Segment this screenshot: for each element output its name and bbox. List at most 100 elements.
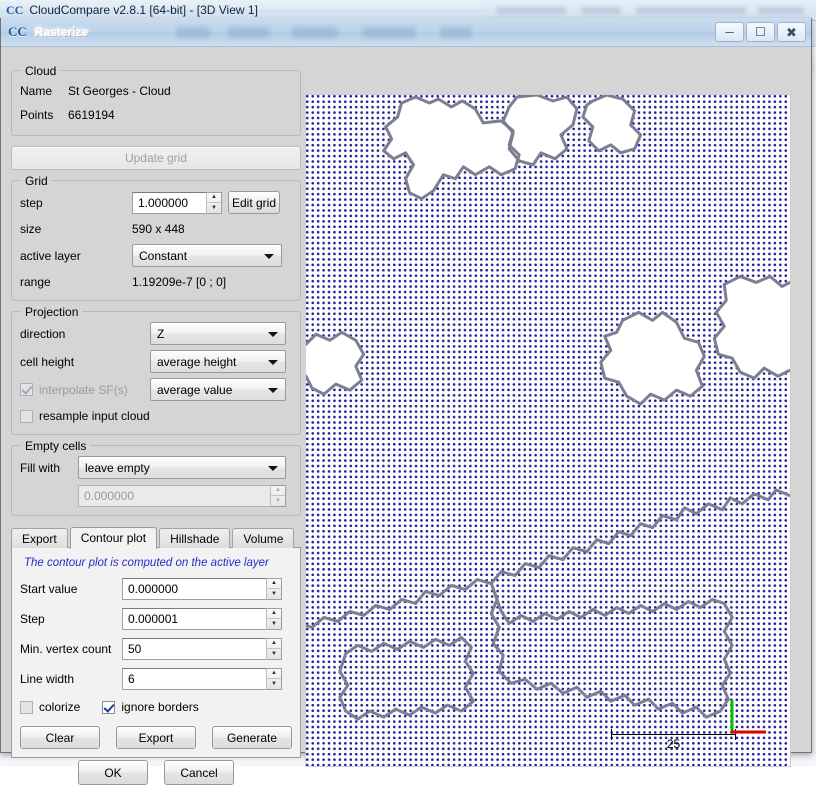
cloud-points-label: Points — [20, 108, 68, 122]
close-button[interactable]: ✖ — [777, 22, 806, 42]
grid-step-label: step — [20, 196, 132, 210]
contour-plot-hint: The contour plot is computed on the acti… — [24, 557, 292, 569]
interpolate-sf-combobox[interactable]: average value — [150, 378, 286, 401]
tab-contour-plot[interactable]: Contour plot — [70, 527, 157, 549]
grid-range-label: range — [20, 275, 132, 289]
axis-gizmo — [728, 694, 772, 738]
contour-step-input[interactable]: 0.000001 — [122, 608, 266, 630]
rasterize-title: Rasterize — [35, 25, 88, 39]
spin-up-icon[interactable]: ▲ — [267, 639, 281, 650]
cloud-name-label: Name — [20, 84, 68, 98]
ignore-borders-checkbox[interactable] — [102, 701, 115, 714]
rasterize-titlebar: CC Rasterize ─ ☐ ✖ — [1, 18, 811, 47]
chevron-down-icon — [268, 332, 278, 337]
line-width-input[interactable]: 6 — [122, 668, 266, 690]
empty-cells-group-title: Empty cells — [21, 439, 90, 453]
ok-button[interactable]: OK — [78, 760, 148, 785]
update-grid-button[interactable]: Update grid — [11, 146, 301, 170]
chevron-down-icon — [264, 254, 274, 259]
main-window-title: CloudCompare v2.8.1 [64-bit] - [3D View … — [29, 3, 258, 17]
min-vertex-spin-buttons[interactable]: ▲ ▼ — [266, 638, 282, 660]
spin-down-icon[interactable]: ▼ — [267, 649, 281, 659]
empty-cells-spin-buttons: ▲ ▼ — [270, 485, 286, 507]
rasterize-dialog: CC Rasterize ─ ☐ ✖ Cloud Name St Georges… — [0, 18, 812, 753]
grid-size-value: 590 x 448 — [132, 222, 185, 236]
clear-button[interactable]: Clear — [20, 726, 100, 749]
line-width-spinbox[interactable]: 6 ▲ ▼ — [122, 668, 282, 690]
spin-down-icon[interactable]: ▼ — [207, 203, 221, 213]
contour-plot-viewport[interactable]: 25 — [305, 94, 791, 767]
tab-bar: Export Contour plot Hillshade Volume — [11, 526, 301, 548]
interpolate-sf-checkbox[interactable] — [20, 383, 33, 396]
projection-group: Projection direction Z cell height avera… — [11, 311, 301, 435]
direction-combobox[interactable]: Z — [150, 322, 286, 345]
cell-height-combobox[interactable]: average height — [150, 350, 286, 373]
start-value-spin-buttons[interactable]: ▲ ▼ — [266, 578, 282, 600]
min-vertex-count-spinbox[interactable]: 50 ▲ ▼ — [122, 638, 282, 660]
active-layer-value: Constant — [139, 249, 187, 263]
empty-cells-group: Empty cells Fill with leave empty 0.0000… — [11, 445, 301, 516]
interpolate-sf-label: interpolate SF(s) — [39, 383, 128, 397]
window-controls: ─ ☐ ✖ — [715, 22, 806, 42]
generate-button[interactable]: Generate — [212, 726, 292, 749]
rasterize-logo-icon: CC — [8, 24, 27, 40]
cloud-points-value: 6619194 — [68, 108, 115, 122]
scale-bar-label: 25 — [611, 737, 736, 751]
titlebar-background-ghost — [176, 27, 656, 38]
grid-active-layer-label: active layer — [20, 249, 132, 263]
start-value-input[interactable]: 0.000000 — [122, 578, 266, 600]
contour-step-spin-buttons[interactable]: ▲ ▼ — [266, 608, 282, 630]
tab-hillshade[interactable]: Hillshade — [159, 528, 230, 548]
active-layer-combobox[interactable]: Constant — [132, 244, 282, 267]
line-width-spin-buttons[interactable]: ▲ ▼ — [266, 668, 282, 690]
bottom-tabs: Export Contour plot Hillshade Volume The… — [11, 526, 301, 758]
restore-button[interactable]: ☐ — [746, 22, 775, 42]
start-value-spinbox[interactable]: 0.000000 ▲ ▼ — [122, 578, 282, 600]
spin-up-icon[interactable]: ▲ — [207, 193, 221, 204]
empty-cells-value-spinbox: 0.000000 ▲ ▼ — [78, 485, 286, 507]
min-vertex-count-label: Min. vertex count — [20, 642, 122, 656]
resample-input-cloud-checkbox[interactable] — [20, 410, 33, 423]
spin-down-icon[interactable]: ▼ — [267, 679, 281, 689]
spin-up-icon[interactable]: ▲ — [267, 579, 281, 590]
min-vertex-count-input[interactable]: 50 — [122, 638, 266, 660]
tab-export[interactable]: Export — [11, 528, 68, 548]
cloudcompare-logo-icon: CC — [6, 3, 23, 18]
scale-bar-line — [611, 734, 736, 735]
cancel-button[interactable]: Cancel — [164, 760, 234, 785]
spin-up-icon: ▲ — [271, 486, 285, 497]
spin-up-icon[interactable]: ▲ — [267, 669, 281, 680]
edit-grid-button[interactable]: Edit grid — [228, 191, 280, 214]
grid-size-label: size — [20, 222, 132, 236]
colorize-checkbox[interactable] — [20, 701, 33, 714]
spin-down-icon[interactable]: ▼ — [267, 589, 281, 599]
spin-down-icon: ▼ — [271, 496, 285, 506]
contour-plot-panel: The contour plot is computed on the acti… — [11, 547, 301, 758]
tab-volume[interactable]: Volume — [232, 528, 294, 548]
resample-input-cloud-label: resample input cloud — [39, 409, 150, 423]
minimize-button[interactable]: ─ — [715, 22, 744, 42]
fill-with-combobox[interactable]: leave empty — [78, 456, 286, 479]
chevron-down-icon — [268, 466, 278, 471]
spin-down-icon[interactable]: ▼ — [267, 619, 281, 629]
grid-step-spinbox[interactable]: 1.000000 ▲ ▼ — [132, 192, 222, 214]
grid-group: Grid step 1.000000 ▲ ▼ Edit grid size 59… — [11, 180, 301, 301]
projection-group-title: Projection — [21, 305, 82, 319]
ignore-borders-label: ignore borders — [121, 700, 198, 714]
dialog-buttonbox: OK Cancel — [11, 760, 301, 785]
contour-lines — [306, 95, 790, 766]
cloud-group-title: Cloud — [21, 64, 60, 78]
spin-up-icon[interactable]: ▲ — [267, 609, 281, 620]
contour-step-spinbox[interactable]: 0.000001 ▲ ▼ — [122, 608, 282, 630]
projection-direction-label: direction — [20, 327, 150, 341]
settings-panel: Cloud Name St Georges - Cloud Points 661… — [11, 70, 301, 758]
chevron-down-icon — [268, 388, 278, 393]
scale-bar: 25 — [611, 728, 736, 752]
grid-step-input[interactable]: 1.000000 — [132, 192, 206, 214]
fill-with-label: Fill with — [20, 461, 78, 475]
grid-step-spin-buttons[interactable]: ▲ ▼ — [206, 192, 222, 214]
export-contour-button[interactable]: Export — [116, 726, 196, 749]
fill-with-value: leave empty — [85, 461, 150, 475]
start-value-label: Start value — [20, 582, 122, 596]
chevron-down-icon — [268, 360, 278, 365]
